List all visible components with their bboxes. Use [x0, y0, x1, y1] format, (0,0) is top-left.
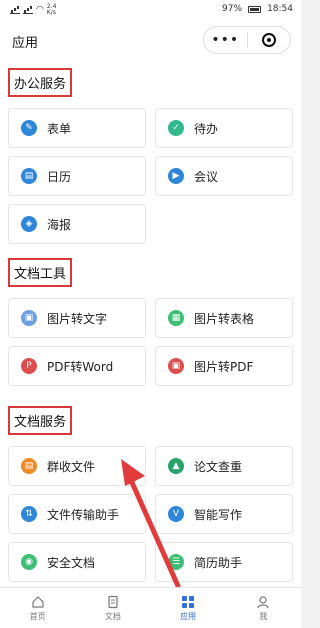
app-img2table[interactable]: ▦ 图片转表格	[155, 298, 293, 338]
page-title: 应用	[12, 36, 39, 51]
app-label: 安全文档	[47, 555, 96, 570]
battery-icon	[248, 5, 262, 13]
todo-icon: ✓	[168, 120, 184, 136]
mini-program-capsule: •••	[203, 26, 291, 54]
app-label: 表单	[47, 121, 72, 136]
transfer-icon: ⇅	[21, 506, 37, 522]
status-bar: ◠ 2.4 K/s 97% 18:54	[0, 0, 301, 20]
status-left: ◠ 2.4 K/s	[10, 4, 56, 16]
writing-icon: V	[168, 506, 184, 522]
apps-content: 办公服务 ✎ 表单 ✓ 待办 ▤ 日历 ▶ 会议 ◈ 海报 文档工具 ▣ 图片转…	[0, 60, 301, 587]
app-plagiarism[interactable]: ▲ 论文查重	[155, 446, 293, 486]
pdf-icon: P	[21, 358, 37, 374]
user-icon	[257, 595, 269, 608]
tab-docs[interactable]: 文档	[75, 588, 150, 628]
apps-grid-icon	[182, 595, 195, 608]
poster-icon: ◈	[21, 216, 37, 232]
form-icon: ✎	[21, 120, 37, 136]
app-label: 图片转表格	[194, 311, 255, 326]
folder-icon: ▤	[21, 458, 37, 474]
document-icon	[108, 595, 118, 608]
tab-home[interactable]: 首页	[0, 588, 75, 628]
tab-label: 首页	[29, 611, 46, 621]
clock: 18:54	[267, 4, 293, 14]
image-pdf-icon: ▣	[168, 358, 184, 374]
app-calendar[interactable]: ▤ 日历	[8, 156, 146, 196]
app-todo[interactable]: ✓ 待办	[155, 108, 293, 148]
app-form[interactable]: ✎ 表单	[8, 108, 146, 148]
app-label: 智能写作	[194, 507, 243, 522]
target-icon	[261, 33, 276, 47]
app-label: PDF转Word	[47, 359, 114, 374]
app-header: 应用 •••	[0, 20, 301, 60]
app-poster[interactable]: ◈ 海报	[8, 204, 146, 244]
tab-label: 应用	[180, 611, 197, 621]
app-secure-doc[interactable]: ◉ 安全文档	[8, 542, 146, 582]
net-speed-unit: K/s	[46, 9, 56, 16]
app-label: 海报	[47, 217, 72, 232]
home-icon	[32, 595, 44, 608]
wifi-icon: ◠	[36, 5, 44, 15]
calendar-icon: ▤	[21, 168, 37, 184]
graduation-cap-icon: ▲	[168, 458, 184, 474]
signal-icon	[10, 6, 20, 14]
battery-percent: 97%	[222, 4, 243, 14]
app-label: 简历助手	[194, 555, 243, 570]
app-file-transfer[interactable]: ⇅ 文件传输助手	[8, 494, 146, 534]
net-speed: 2.4 K/s	[47, 4, 57, 16]
app-label: 待办	[194, 121, 219, 136]
section-title-doc-tools: 文档工具	[8, 258, 73, 287]
app-resume[interactable]: ☰ 简历助手	[155, 542, 293, 582]
signal-icon-2	[23, 6, 33, 14]
close-button[interactable]	[247, 33, 290, 47]
app-meeting[interactable]: ▶ 会议	[155, 156, 293, 196]
tab-label: 文档	[104, 611, 121, 621]
tab-me[interactable]: 我	[226, 588, 301, 628]
shield-icon: ◉	[21, 554, 37, 570]
app-label: 群收文件	[47, 459, 96, 474]
app-label: 论文查重	[194, 459, 243, 474]
app-pdf2word[interactable]: P PDF转Word	[8, 346, 146, 386]
image-icon: ▣	[21, 310, 37, 326]
bottom-tab-bar: 首页 文档 应用 我	[0, 587, 301, 628]
meeting-icon: ▶	[168, 168, 184, 184]
section-title-doc-services: 文档服务	[8, 406, 73, 435]
app-label: 图片转PDF	[194, 359, 254, 374]
app-label: 文件传输助手	[47, 507, 120, 522]
app-smart-writing[interactable]: V 智能写作	[155, 494, 293, 534]
app-group-collect[interactable]: ▤ 群收文件	[8, 446, 146, 486]
app-img2text[interactable]: ▣ 图片转文字	[8, 298, 146, 338]
app-label: 日历	[47, 169, 72, 184]
resume-icon: ☰	[168, 554, 184, 570]
status-right: 97% 18:54	[222, 4, 293, 14]
app-label: 会议	[194, 169, 219, 184]
table-icon: ▦	[168, 310, 184, 326]
app-label: 图片转文字	[47, 311, 108, 326]
tab-apps[interactable]: 应用	[151, 588, 226, 628]
section-title-office: 办公服务	[8, 68, 73, 97]
app-img2pdf[interactable]: ▣ 图片转PDF	[155, 346, 293, 386]
more-button[interactable]: •••	[204, 32, 247, 48]
tab-label: 我	[259, 611, 268, 621]
